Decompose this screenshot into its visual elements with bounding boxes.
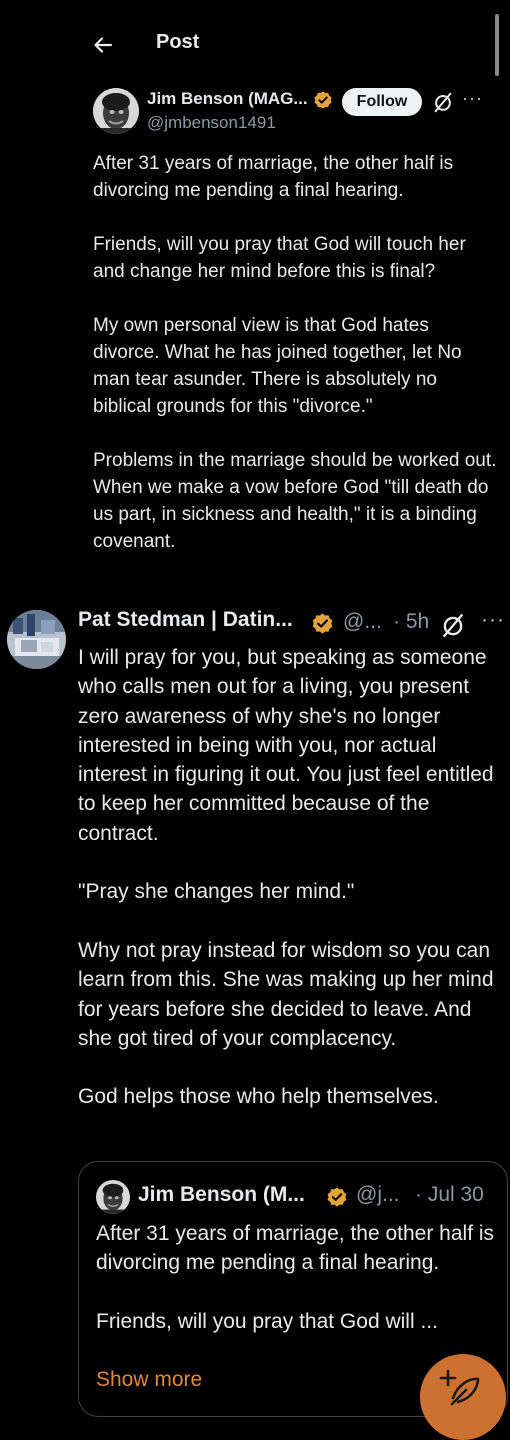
reply-author-name[interactable]: Pat Stedman | Datin...	[78, 608, 293, 632]
compose-feather-icon	[439, 1369, 480, 1406]
page-title: Post	[156, 31, 200, 53]
more-options-icon[interactable]: ···	[462, 88, 483, 109]
reply-paragraph: Why not pray instead for wisdom so you c…	[78, 938, 494, 1050]
follow-button[interactable]: Follow	[342, 88, 422, 116]
quoted-paragraph: After 31 years of marriage, the other ha…	[96, 1222, 495, 1275]
quoted-post-date: · Jul 30	[415, 1183, 484, 1206]
grok-icon[interactable]	[440, 612, 466, 638]
author-handle[interactable]: @jmbenson1491	[147, 113, 276, 133]
scrollbar[interactable]	[495, 14, 499, 76]
grok-icon[interactable]	[432, 91, 454, 113]
reply-text: I will pray for you, but speaking as som…	[78, 643, 508, 1112]
quoted-post-text: After 31 years of marriage, the other ha…	[96, 1219, 496, 1336]
reply-author-handle[interactable]: @...	[343, 610, 382, 634]
verified-badge-icon	[314, 91, 332, 109]
more-options-icon[interactable]: ···	[481, 608, 505, 632]
quoted-author-name: Jim Benson (M...	[138, 1183, 305, 1206]
post-paragraph: Problems in the marriage should be worke…	[93, 450, 497, 552]
compose-button[interactable]	[420, 1354, 506, 1440]
post-paragraph: My own personal view is that God hates d…	[93, 315, 462, 417]
reply-paragraph: God helps those who help themselves.	[78, 1085, 439, 1109]
quoted-author-handle: @j...	[356, 1183, 400, 1206]
reply-paragraph: I will pray for you, but speaking as som…	[78, 646, 494, 845]
post-paragraph: Friends, will you pray that God will tou…	[93, 234, 466, 282]
post-paragraph: After 31 years of marriage, the other ha…	[93, 153, 454, 201]
quoted-paragraph: Friends, will you pray that God will ...	[96, 1309, 438, 1333]
quoted-author-avatar[interactable]	[96, 1180, 130, 1214]
show-more-link[interactable]: Show more	[96, 1368, 202, 1392]
arrow-left-icon	[94, 37, 113, 53]
reply-paragraph: "Pray she changes her mind."	[78, 880, 355, 904]
verified-badge-icon	[312, 613, 333, 634]
author-avatar[interactable]	[93, 88, 139, 134]
author-name[interactable]: Jim Benson (MAG...	[147, 89, 308, 109]
verified-badge-icon	[327, 1187, 347, 1207]
reply-author-avatar[interactable]	[7, 610, 66, 669]
back-button[interactable]	[88, 30, 118, 60]
post-text: After 31 years of marriage, the other ha…	[93, 150, 498, 555]
reply-timestamp[interactable]: · 5h	[393, 610, 429, 634]
